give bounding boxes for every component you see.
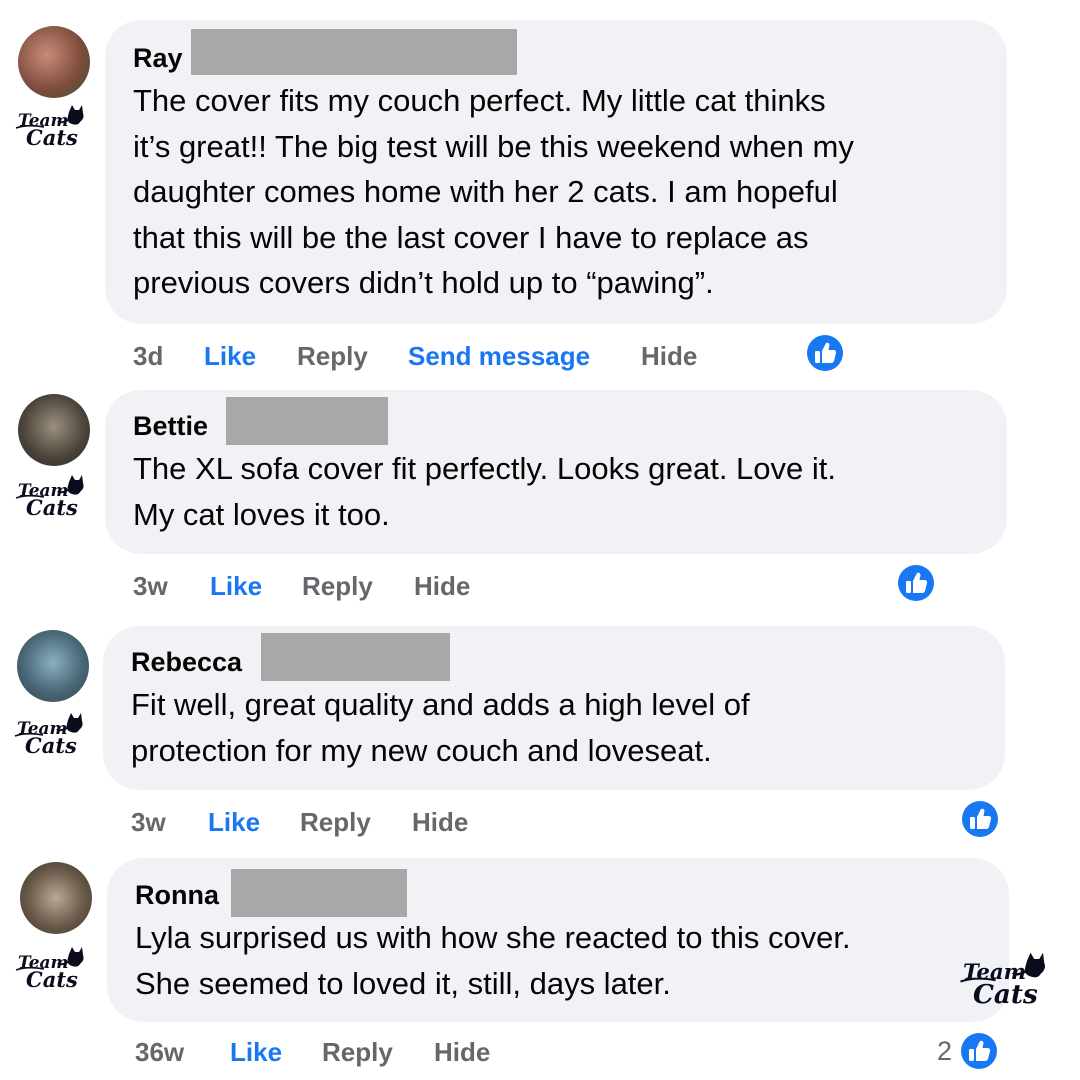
thumbs-up-icon[interactable] (958, 1030, 1000, 1072)
team-cats-badge-icon (958, 948, 1058, 1010)
comment-ronna: Ronna Lyla surprised us with how she rea… (0, 0, 1080, 1080)
comment-actions: 36w Like Reply Hide (0, 1036, 1080, 1068)
reply-button[interactable]: Reply (322, 1036, 393, 1068)
redacted-surname (231, 869, 407, 917)
like-button[interactable]: Like (230, 1036, 282, 1068)
team-cats-badge-icon (14, 946, 94, 990)
avatar[interactable] (20, 862, 92, 934)
reaction-count[interactable]: 2 (937, 1036, 952, 1067)
comment-text: Lyla surprised us with how she reacted t… (135, 920, 851, 1001)
timestamp[interactable]: 36w (135, 1036, 184, 1068)
commenter-name[interactable]: Ronna (135, 879, 219, 911)
hide-button[interactable]: Hide (434, 1036, 490, 1068)
